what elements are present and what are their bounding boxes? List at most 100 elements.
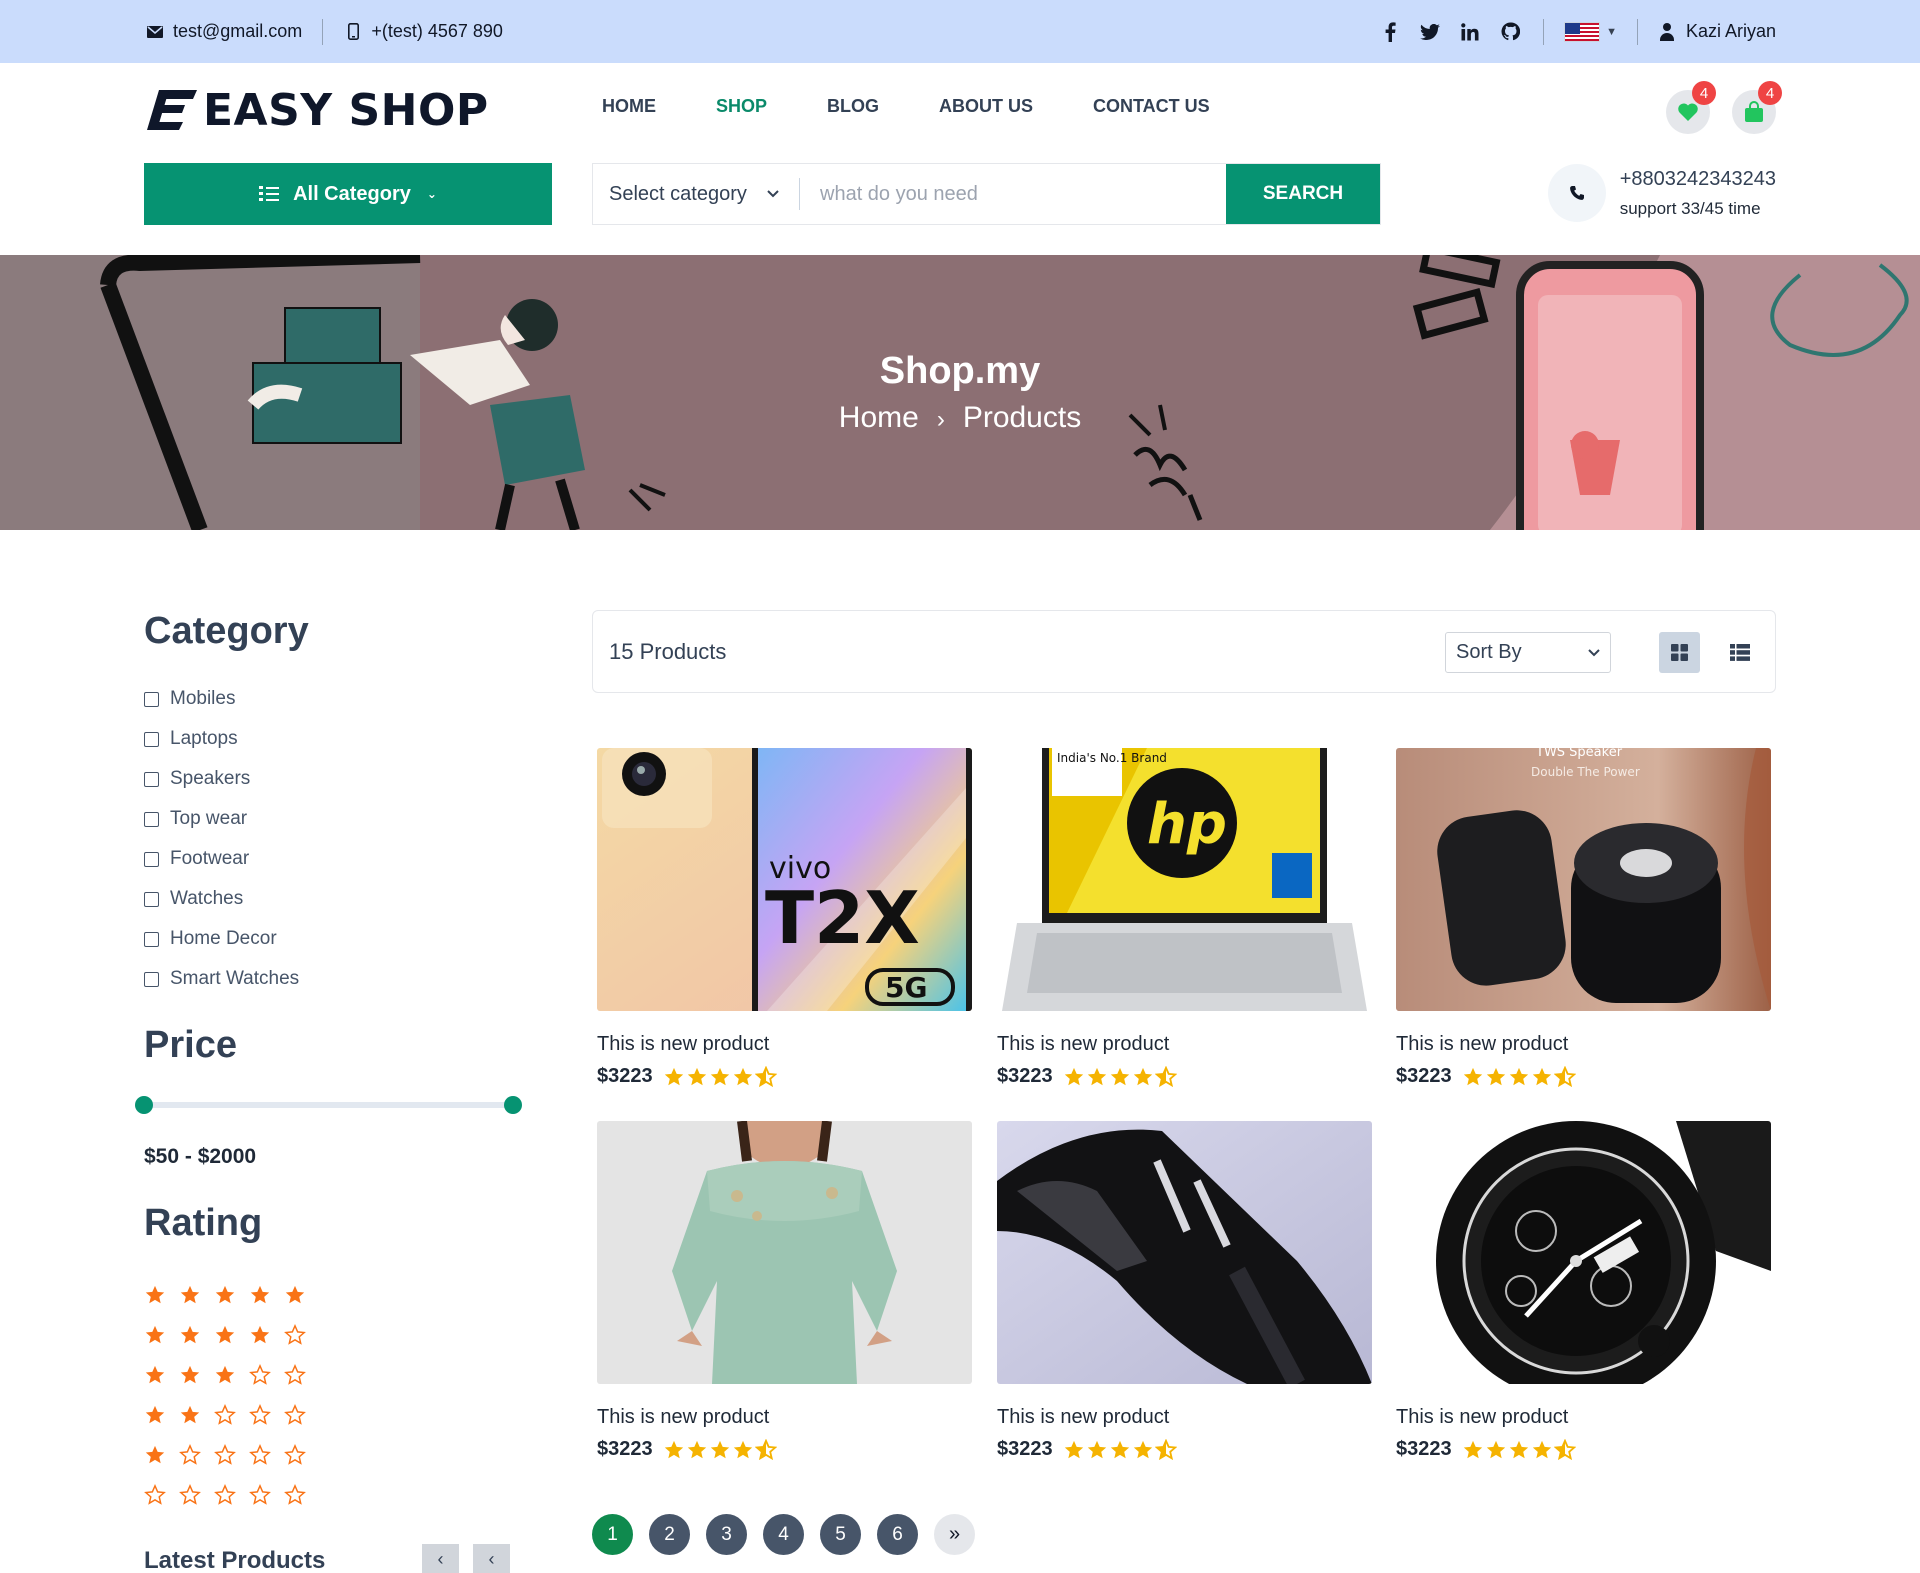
rating-filter-2[interactable] (144, 1395, 306, 1435)
star-icon (145, 1445, 165, 1464)
category-label: Laptops (170, 728, 238, 749)
all-category-button[interactable]: All Category ⌄ (144, 163, 552, 225)
price-range-text: $50 - $2000 (144, 1145, 257, 1168)
star-half-icon (754, 1065, 777, 1087)
product-image[interactable] (1396, 1121, 1771, 1384)
price-heading: Price (144, 1024, 237, 1066)
product-card[interactable]: This is new product $3223 (597, 1121, 972, 1461)
checkbox[interactable] (144, 931, 159, 947)
star-icon (215, 1325, 235, 1344)
category-filter-home-decor[interactable]: Home Decor (144, 919, 524, 959)
list-view-icon (1729, 644, 1750, 661)
checkbox[interactable] (144, 771, 159, 787)
product-price: $3223 (997, 1065, 1053, 1087)
page-button-1[interactable]: 1 (592, 1514, 633, 1555)
user-name: Kazi Ariyan (1685, 21, 1776, 41)
price-range-slider[interactable] (135, 1096, 522, 1114)
category-select[interactable]: Select category (593, 183, 799, 206)
product-card[interactable]: hp India's No.1 Brand This is new produc… (997, 748, 1372, 1088)
nav-blog[interactable]: BLOG (827, 96, 879, 117)
product-card[interactable]: TWS Speaker Double The Power This is new… (1396, 748, 1771, 1088)
category-filter-footwear[interactable]: Footwear (144, 839, 524, 879)
star-icon (145, 1405, 165, 1424)
page-button-6[interactable]: 6 (877, 1514, 918, 1555)
category-filter-watches[interactable]: Watches (144, 879, 524, 919)
sort-select[interactable]: Sort By (1445, 632, 1611, 673)
category-filter-smart-watches[interactable]: Smart Watches (144, 959, 524, 999)
rating-filter-0[interactable] (144, 1475, 306, 1515)
list-view-button[interactable] (1719, 632, 1760, 673)
star-half-icon (1553, 1438, 1576, 1460)
nav-home[interactable]: HOME (602, 96, 656, 117)
grid-view-button[interactable] (1659, 632, 1700, 673)
chevron-down-icon: ▼ (1606, 25, 1617, 38)
product-title[interactable]: This is new product (997, 1406, 1372, 1429)
support-phone[interactable]: +8803242343243 (1620, 168, 1776, 191)
price-min-handle[interactable] (135, 1096, 153, 1114)
email-text[interactable]: test@gmail.com (173, 21, 302, 42)
github-icon[interactable] (1497, 19, 1523, 45)
category-label: Watches (170, 888, 244, 909)
chevron-left-icon[interactable]: ‹ (422, 1544, 459, 1573)
phone-text[interactable]: +(test) 4567 890 (371, 21, 503, 42)
chevron-left-icon[interactable]: ‹ (473, 1544, 510, 1573)
page-button-2[interactable]: 2 (649, 1514, 690, 1555)
product-image[interactable] (997, 1121, 1372, 1384)
product-card[interactable]: vivo T2X 5G This is new product $3223 (597, 748, 972, 1088)
product-title[interactable]: This is new product (997, 1033, 1372, 1056)
checkbox[interactable] (144, 731, 159, 747)
chevron-down-icon: ⌄ (426, 187, 437, 201)
checkbox[interactable] (144, 811, 159, 827)
checkbox[interactable] (144, 971, 159, 987)
product-image[interactable]: hp India's No.1 Brand (997, 748, 1372, 1011)
rating-filter-4[interactable] (144, 1315, 306, 1355)
product-image[interactable] (597, 1121, 972, 1384)
checkbox[interactable] (144, 891, 159, 907)
rating-filter-1[interactable] (144, 1435, 306, 1475)
linkedin-icon[interactable] (1457, 19, 1483, 45)
product-card[interactable]: This is new product $3223 (1396, 1121, 1771, 1461)
rating-filter-5[interactable] (144, 1275, 306, 1315)
product-meta: $3223 (597, 1065, 972, 1088)
twitter-icon[interactable] (1417, 19, 1443, 45)
logo[interactable]: EASY SHOP (145, 85, 489, 136)
rating-filter-3[interactable] (144, 1355, 306, 1395)
star-icon (180, 1405, 200, 1424)
star-outline-icon (249, 1364, 271, 1385)
product-card[interactable]: This is new product $3223 (997, 1121, 1372, 1461)
category-filter-speakers[interactable]: Speakers (144, 759, 524, 799)
product-count: 15 Products (609, 639, 727, 664)
category-filter-laptops[interactable]: Laptops (144, 719, 524, 759)
product-image[interactable]: vivo T2X 5G (597, 748, 972, 1011)
user-account[interactable]: Kazi Ariyan (1658, 21, 1776, 42)
cart-button[interactable]: 4 (1732, 81, 1782, 134)
all-category-label: All Category (293, 182, 411, 205)
language-selector[interactable]: ▼ (1564, 21, 1617, 42)
facebook-icon[interactable] (1377, 19, 1403, 45)
star-icon (1110, 1440, 1129, 1458)
nav-about-us[interactable]: ABOUT US (939, 96, 1033, 117)
search-button[interactable]: SEARCH (1226, 164, 1380, 224)
sort-select-value: Sort By (1456, 641, 1522, 663)
contact-info: test@gmail.com +(test) 4567 890 (145, 0, 503, 63)
category-filter-top-wear[interactable]: Top wear (144, 799, 524, 839)
product-title[interactable]: This is new product (597, 1033, 972, 1056)
product-title[interactable]: This is new product (1396, 1033, 1771, 1056)
page-button-3[interactable]: 3 (706, 1514, 747, 1555)
top-bar: test@gmail.com +(test) 4567 890 ▼ Kazi A… (0, 0, 1920, 63)
product-image[interactable]: TWS Speaker Double The Power (1396, 748, 1771, 1011)
wishlist-button[interactable]: 4 (1666, 81, 1716, 134)
checkbox[interactable] (144, 691, 159, 707)
breadcrumb-home[interactable]: Home (839, 401, 919, 434)
page-button-4[interactable]: 4 (763, 1514, 804, 1555)
product-title[interactable]: This is new product (597, 1406, 972, 1429)
product-title[interactable]: This is new product (1396, 1406, 1771, 1429)
cart-count-badge: 4 (1758, 81, 1782, 105)
price-max-handle[interactable] (504, 1096, 522, 1114)
checkbox[interactable] (144, 851, 159, 867)
nav-contact-us[interactable]: CONTACT US (1093, 96, 1210, 117)
nav-shop[interactable]: SHOP (716, 96, 767, 117)
category-filter-mobiles[interactable]: Mobiles (144, 679, 524, 719)
next-page-button[interactable]: » (934, 1514, 975, 1555)
page-button-5[interactable]: 5 (820, 1514, 861, 1555)
